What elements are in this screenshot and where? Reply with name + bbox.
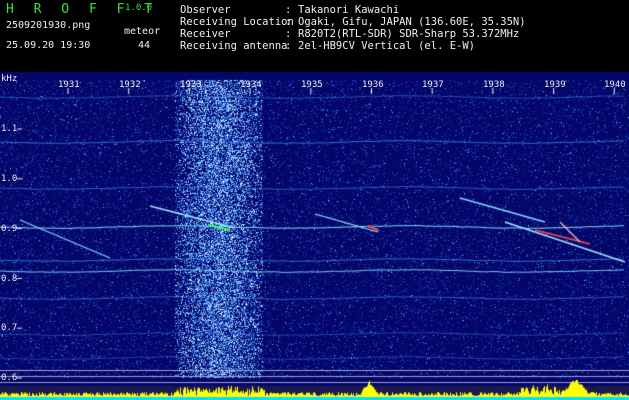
info-value-receiver: R820T2(RTL-SDR) SDR-Sharp 53.372MHz [298,28,520,40]
meteor-label: meteor [124,26,161,37]
meteor-count: 44 [138,40,151,51]
spectrogram-canvas [0,72,629,400]
date-time: 25.09.20 19:30 [6,40,91,51]
info-value-antenna: 2el-HB9CV Vertical (el. E-W) [298,40,476,52]
info-key-observer: Observer [180,4,231,16]
info-colon: : [285,4,292,16]
info-value-observer: Takanori Kawachi [298,4,400,16]
spectrogram-panel [0,72,629,400]
x-tick-label: 1936 [362,80,384,90]
x-tick-label: 1938 [483,80,505,90]
y-axis-unit: kHz [1,74,18,84]
info-key-receiver: Receiver [180,28,231,40]
app-version: 1.0.0 [125,3,153,13]
file-name: 2509201930.png [6,20,91,31]
x-tick-label: 1935 [301,80,323,90]
info-key-location: Receiving Location [180,16,294,28]
x-tick-label: 1932 [119,80,141,90]
y-tick-label: 0.9 [1,224,18,234]
x-tick-label: 1931 [58,80,80,90]
x-tick-label: 1933 [180,80,202,90]
x-tick-label: 1939 [544,80,566,90]
info-key-antenna: Receiving antenna [180,40,288,52]
info-colon: : [285,28,292,40]
y-tick-label: 1.0 [1,174,18,184]
info-colon: : [285,16,292,28]
info-value-location: Ogaki, Gifu, JAPAN (136.60E, 35.35N) [298,16,526,28]
info-colon: : [285,40,292,52]
y-tick-label: 0.7 [1,323,18,333]
x-tick-label: 1940 [604,80,626,90]
y-tick-label: 0.8 [1,274,18,284]
x-tick-label: 1937 [422,80,444,90]
header-panel: H R O F F T 1.0.0 2509201930.png meteor … [0,0,629,72]
y-tick-label: 0.6 [1,373,18,383]
x-tick-label: 1934 [240,80,262,90]
y-tick-label: 1.1 [1,124,18,134]
